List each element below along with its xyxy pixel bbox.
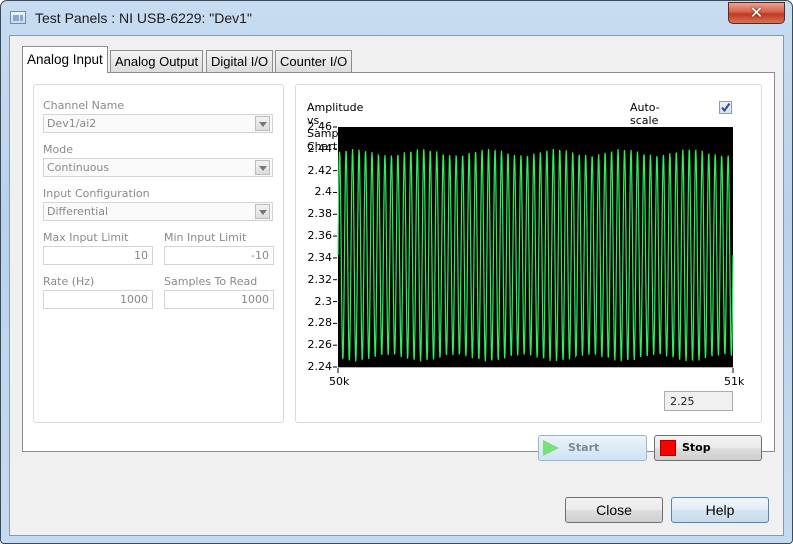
cursor-value-display: 2.25 [664,391,733,411]
window-icon [10,11,26,24]
input-configuration-value: Differential [47,205,109,218]
channel-name-dropdown[interactable]: Dev1/ai2 [43,114,273,133]
min-input-limit-label: Min Input Limit [164,231,247,244]
chevron-down-icon[interactable] [255,116,270,131]
channel-name-label: Channel Name [43,99,125,112]
chevron-down-icon[interactable] [255,204,270,219]
input-configuration-dropdown[interactable]: Differential [43,202,273,221]
mode-dropdown[interactable]: Continuous [43,158,273,177]
mode-label: Mode [43,143,73,156]
chevron-down-icon[interactable] [255,160,270,175]
start-button[interactable]: Start [538,435,647,461]
mode-value: Continuous [47,161,110,174]
stop-button-label: Stop [682,441,711,454]
title-bar[interactable]: Test Panels : NI USB-6229: "Dev1" ✕ [1,1,792,35]
channel-name-value: Dev1/ai2 [47,117,97,130]
samples-to-read-field[interactable]: 1000 [164,290,274,309]
start-button-label: Start [568,441,600,454]
stop-icon [660,440,676,456]
tab-analog-output[interactable]: Analog Output [110,50,204,72]
autoscale-checkbox[interactable] [719,101,732,114]
max-input-limit-label: Max Input Limit [43,231,129,244]
max-input-limit-field[interactable]: 10 [43,246,153,265]
amplitude-chart[interactable] [300,120,745,390]
checkmark-icon [721,102,731,113]
samples-to-read-label: Samples To Read [164,275,258,288]
min-input-limit-field[interactable]: -10 [164,246,274,265]
stop-button[interactable]: Stop [654,435,762,461]
tab-analog-input[interactable]: Analog Input [22,46,108,73]
tab-counter-io[interactable]: Counter I/O [275,50,353,72]
rate-label: Rate (Hz) [43,275,95,288]
play-icon [543,440,559,456]
rate-field[interactable]: 1000 [43,290,153,309]
help-button[interactable]: Help [671,497,769,523]
tab-digital-io[interactable]: Digital I/O [206,50,274,72]
input-configuration-label: Input Configuration [43,187,150,200]
window-title: Test Panels : NI USB-6229: "Dev1" [35,10,252,26]
close-button[interactable]: Close [565,497,663,523]
window-close-button[interactable]: ✕ [728,2,785,24]
